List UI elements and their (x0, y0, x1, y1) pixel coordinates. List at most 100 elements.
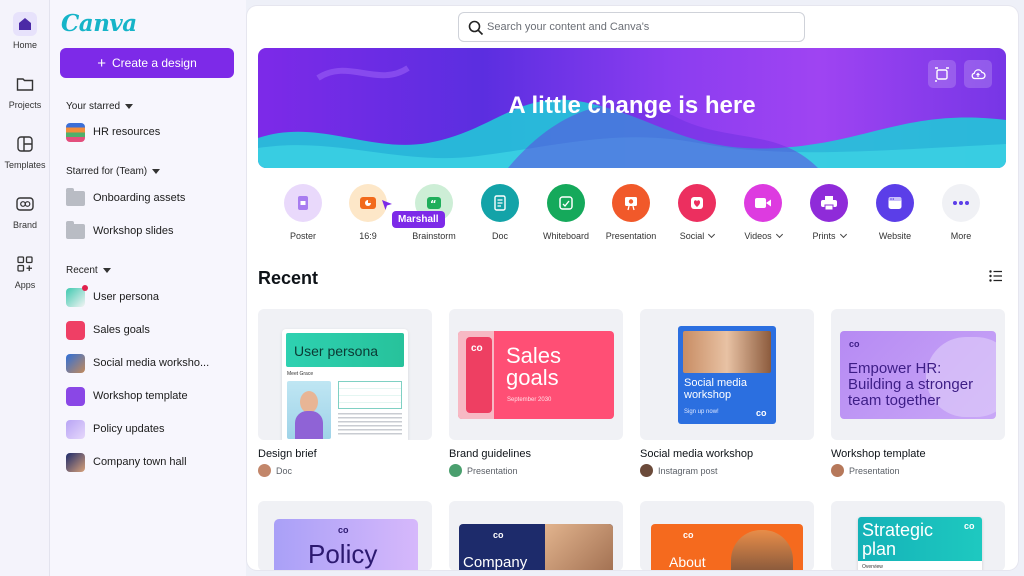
co-logo-icon: co (338, 525, 349, 535)
design-card-social-media-workshop[interactable]: Social media workshop Sign up now! co So… (640, 309, 814, 477)
more-icon (942, 184, 980, 222)
plus-icon: + (97, 54, 107, 72)
nav-rail: Home Projects Templates Brand Apps (0, 0, 50, 576)
design-card-workshop-template[interactable]: co Empower HR: Building a stronger team … (831, 309, 1005, 477)
recent-section-title: Recent (258, 268, 319, 288)
rail-templates-label: Templates (4, 160, 46, 170)
card-title: Social media workshop (640, 448, 754, 460)
rail-brand[interactable]: Brand (0, 192, 50, 230)
category-social[interactable]: Social (662, 184, 732, 241)
presentation-preview: co Sales goals September 2030 (458, 331, 614, 419)
card-title: Workshop template (831, 448, 926, 460)
card-thumbnail: co Empower HR: Building a stronger team … (831, 309, 1005, 440)
design-card-brand-guidelines[interactable]: co Sales goals September 2030 Brand guid… (449, 309, 623, 477)
collaborator-name-tag: Marshall (392, 211, 445, 228)
sidebar-item-policy-updates[interactable]: Policy updates (66, 418, 165, 440)
brand-icon (13, 192, 37, 216)
team-starred-heading[interactable]: Starred for (Team) (66, 166, 161, 177)
slide-title-line-1: Sales (506, 343, 562, 368)
search-input[interactable] (487, 21, 787, 33)
poster-icon (284, 184, 322, 222)
create-design-button[interactable]: + Create a design (60, 48, 234, 78)
slide-title-line-3: team together (848, 392, 941, 409)
apps-icon (13, 252, 37, 276)
owner-avatar (831, 464, 844, 477)
sidebar-item-user-persona[interactable]: User persona (66, 284, 159, 308)
rail-apps[interactable]: Apps (0, 252, 50, 290)
plan-title-line-2: plan (862, 539, 897, 559)
chevron-down-icon (775, 230, 783, 239)
hero-banner[interactable]: A little change is here (258, 48, 1006, 168)
plan-subtitle: Overview (862, 564, 883, 570)
strategic-plan-preview: Strategic plan co Overview (858, 517, 982, 570)
chevron-down-icon (708, 230, 716, 239)
design-card-company[interactable]: co Company (449, 501, 623, 570)
company-title: Company (463, 554, 528, 570)
design-card-strategic-plan[interactable]: Strategic plan co Overview (831, 501, 1005, 570)
design-card-design-brief[interactable]: User persona Meet Grace Design brief Doc (258, 309, 432, 477)
doc-preview: User persona Meet Grace (282, 329, 408, 440)
canva-logo[interactable]: Canva (61, 10, 137, 37)
post-title-line-2: workshop (684, 389, 732, 401)
rail-home[interactable]: Home (0, 12, 50, 50)
sidebar-item-onboarding-assets[interactable]: Onboarding assets (66, 187, 185, 209)
category-prints[interactable]: Prints (794, 184, 864, 241)
caret-down-icon (102, 268, 111, 273)
owner-avatar (449, 464, 462, 477)
category-videos[interactable]: Videos (728, 184, 798, 241)
templates-icon (13, 132, 37, 156)
policy-title: Policy (308, 539, 378, 569)
sidebar-item-workshop-template[interactable]: Workshop template (66, 385, 188, 407)
co-logo-icon: co (964, 521, 975, 531)
caret-down-icon (125, 104, 134, 109)
owner-avatar (258, 464, 271, 477)
category-more[interactable]: More (926, 184, 996, 241)
caret-down-icon (152, 169, 161, 174)
slide-subtitle: September 2030 (507, 397, 552, 403)
doc-header-text: User persona (294, 343, 379, 359)
sales-goals-thumbnail (66, 320, 85, 340)
rail-home-label: Home (12, 40, 37, 50)
video-icon (744, 184, 782, 222)
sidebar-item-sales-goals[interactable]: Sales goals (66, 319, 150, 341)
sidebar-item-workshop-slides[interactable]: Workshop slides (66, 220, 174, 242)
rail-templates[interactable]: Templates (0, 132, 50, 170)
resize-icon (935, 67, 949, 82)
design-card-policy[interactable]: co Policy (258, 501, 432, 570)
design-card-about[interactable]: co About (640, 501, 814, 570)
sidebar-item-hr-resources[interactable]: HR resources (66, 121, 160, 143)
doc-table (338, 381, 402, 409)
doc-photo (287, 381, 331, 439)
slide-title-line-1: Empower HR: (848, 360, 942, 377)
plan-title-line-1: Strategic (862, 520, 934, 540)
banner-resize-button[interactable] (928, 60, 956, 88)
instagram-post-preview: Social media workshop Sign up now! co (678, 326, 776, 424)
list-view-icon[interactable] (989, 270, 1003, 282)
card-title: Design brief (258, 448, 317, 460)
card-type: Doc (276, 465, 293, 476)
post-cta: Sign up now! (684, 409, 719, 415)
banner-upload-button[interactable] (964, 60, 992, 88)
sidebar-item-social-media-workshop[interactable]: Social media worksho... (66, 352, 209, 374)
search-bar[interactable] (458, 12, 805, 42)
cloud-upload-icon (971, 69, 986, 80)
about-title: About (669, 554, 706, 570)
notification-dot (82, 284, 88, 291)
card-thumbnail: User persona Meet Grace (258, 309, 432, 440)
doc-text-lines (338, 413, 402, 437)
doc-icon (481, 184, 519, 222)
category-whiteboard[interactable]: Whiteboard (531, 184, 601, 241)
category-doc[interactable]: Doc (465, 184, 535, 241)
category-website[interactable]: Website (860, 184, 930, 241)
category-poster[interactable]: Poster (268, 184, 338, 241)
about-photo (731, 530, 793, 570)
company-photo (545, 524, 613, 570)
hr-resources-thumbnail (66, 122, 85, 142)
folder-icon (66, 220, 85, 239)
category-presentation[interactable]: Presentation (596, 184, 666, 241)
sidebar-item-company-town-hall[interactable]: Company town hall (66, 451, 187, 473)
post-photo (683, 331, 771, 373)
starred-heading[interactable]: Your starred (66, 101, 134, 112)
rail-projects[interactable]: Projects (0, 72, 50, 110)
recent-heading[interactable]: Recent (66, 265, 111, 276)
